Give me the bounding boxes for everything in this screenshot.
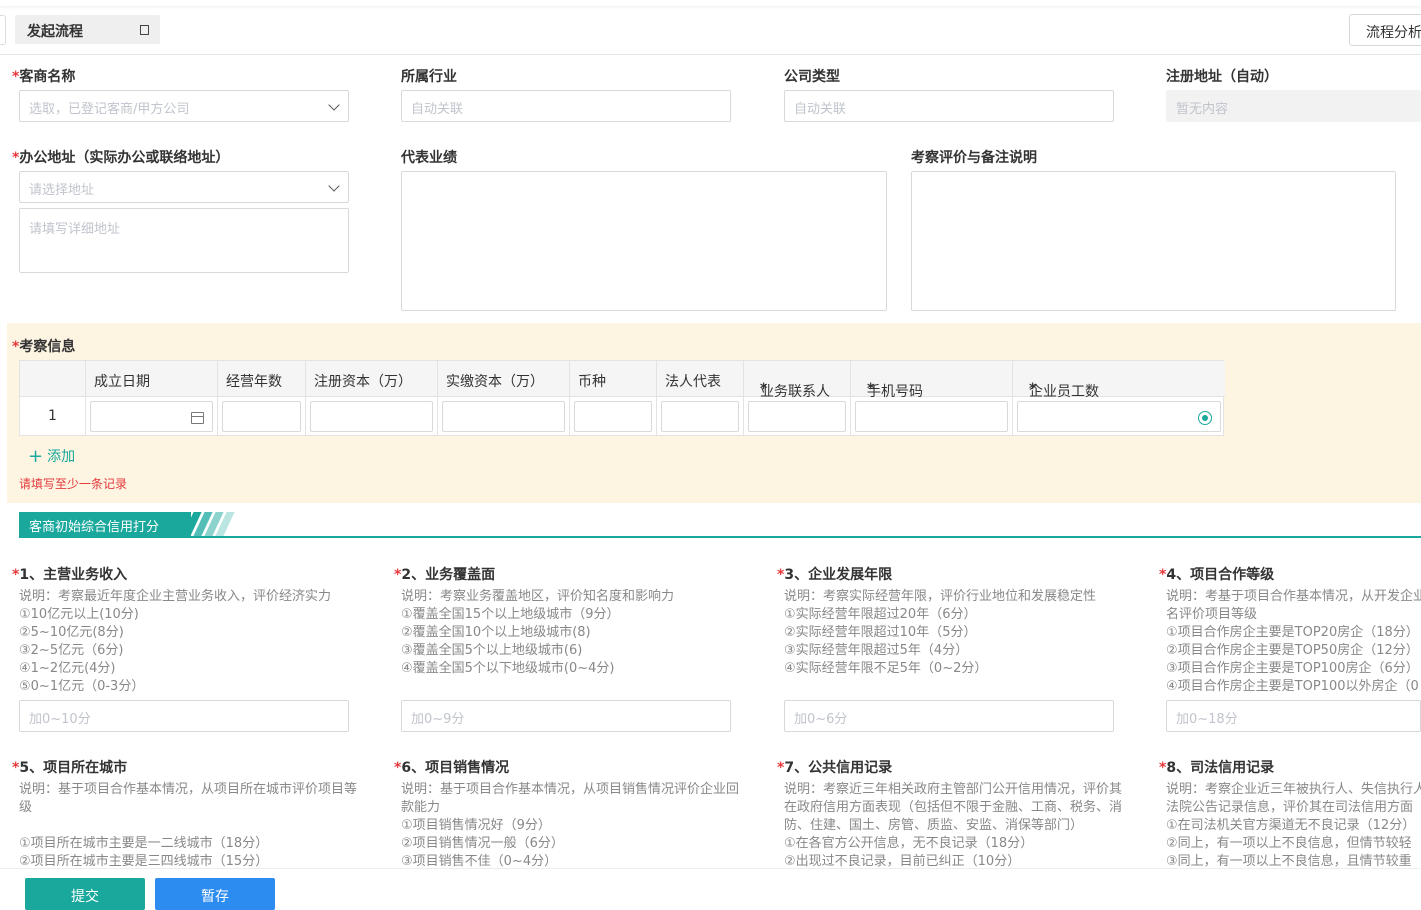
score-item-2-desc: 说明：考察业务覆盖地区，评价知名度和影响力 ①覆盖全国15个以上地级城市（9分） ②…	[401, 589, 675, 676]
score-item-2-title: *2、业务覆盖面	[394, 567, 496, 583]
error-message: 请填写至少一条记录	[19, 477, 128, 491]
legal-rep-input[interactable]	[661, 401, 739, 432]
inspection-table: 成立日期 经营年数 注册资本（万） 实缴资本（万） 币种 法人代表 * 业务联系…	[19, 360, 1225, 436]
score-item-7-title: *7、公共信用记录	[777, 760, 893, 776]
score-item-3-input[interactable]: 加0~6分	[784, 700, 1114, 732]
header-bar	[0, 6, 1421, 55]
business-contact-input[interactable]	[748, 401, 846, 432]
score-item-8-title: *8、司法信用记录	[1159, 760, 1275, 776]
office-address-select[interactable]: 请选择地址	[19, 171, 349, 203]
save-draft-button[interactable]: 暂存	[155, 878, 275, 910]
score-item-5-desc: 说明：基于项目合作基本情况，从项目所在城市评价项目等级 ①项目所在城市主要是一二线…	[19, 782, 358, 869]
score-item-4-title: *4、项目合作等级	[1159, 567, 1275, 583]
score-item-5-title: *5、项目所在城市	[12, 760, 128, 776]
register-address-label: 注册地址（自动）	[1166, 69, 1278, 85]
operating-years-input[interactable]	[222, 401, 301, 432]
credit-section-divider	[19, 536, 1421, 538]
table-header-cell: 实缴资本（万）	[438, 361, 570, 397]
table-header-cell: * 企业员工数	[1013, 361, 1225, 400]
score-item-4-input[interactable]: 加0~18分	[1166, 700, 1421, 732]
flow-analysis-label: 流程分析	[1366, 25, 1421, 41]
evaluation-label: 考察评价与备注说明	[911, 150, 1037, 166]
currency-input[interactable]	[574, 401, 652, 432]
add-row-button[interactable]: + 添加	[28, 445, 75, 467]
phone-input[interactable]	[855, 401, 1008, 432]
performance-label: 代表业绩	[401, 150, 457, 166]
employee-count-input[interactable]	[1017, 401, 1221, 432]
credit-section-header: 客商初始综合信用打分	[19, 512, 191, 536]
score-item-1-title: *1、主营业务收入	[12, 567, 128, 583]
table-header-cell: 注册资本（万）	[306, 361, 438, 397]
score-item-6-desc: 说明：基于项目合作基本情况，从项目销售情况评价企业回 款能力 ①项目销售情况好（9分…	[401, 782, 740, 869]
plus-icon: +	[28, 446, 44, 467]
paid-capital-input[interactable]	[442, 401, 565, 432]
customer-name-label: *客商名称	[12, 69, 76, 85]
company-type-label: 公司类型	[784, 69, 840, 85]
chevron-down-icon	[328, 99, 340, 111]
register-address-field: 暂无内容	[1166, 90, 1421, 122]
table-header-cell: * 业务联系人	[744, 361, 851, 400]
flow-analysis-button[interactable]: 流程分析	[1349, 14, 1421, 46]
table-header-cell: * 手机号码	[851, 361, 1013, 400]
score-item-1-desc: 说明：考察最近年度企业主营业务收入，评价经济实力 ①10亿元以上(10分) ②5~1…	[19, 589, 332, 694]
inspection-label: *考察信息	[12, 339, 76, 355]
table-header-cell: 币种	[570, 361, 657, 397]
tab-scroll-left[interactable]	[0, 15, 6, 45]
chevron-down-icon	[328, 180, 340, 192]
score-item-4-desc: 说明：考基于项目合作基本情况，从开发企业 名评价项目等级 ①项目合作房企主要是TOP…	[1166, 589, 1421, 694]
table-header-cell: 成立日期	[86, 361, 218, 397]
evaluation-textarea[interactable]	[911, 171, 1396, 311]
performance-textarea[interactable]	[401, 171, 887, 311]
table-header-cell: 法人代表	[657, 361, 744, 397]
customer-name-select[interactable]: 选取，已登记客商/甲方公司	[19, 90, 349, 122]
tab-icon	[140, 25, 149, 35]
office-address-label: *办公地址（实际办公或联络地址）	[12, 150, 230, 166]
score-item-7-desc: 说明：考察近三年相关政府主管部门公开信用情况，评价其 在政府信用方面表现（包括但不…	[784, 782, 1123, 869]
industry-field[interactable]: 自动关联	[401, 90, 731, 122]
tab-label: 发起流程	[27, 24, 83, 40]
submit-button[interactable]: 提交	[25, 878, 145, 910]
score-item-1-input[interactable]: 加0~10分	[19, 700, 349, 732]
registered-capital-input[interactable]	[310, 401, 433, 432]
score-item-8-desc: 说明：考察企业近三年被执行人、失信执行人 法院公告记录信息，评价其在司法信用方面 ①…	[1166, 782, 1421, 869]
industry-label: 所属行业	[401, 69, 457, 85]
calendar-icon	[191, 412, 204, 424]
table-header-index	[20, 361, 86, 397]
score-item-2-input[interactable]: 加0~9分	[401, 700, 731, 732]
established-date-input[interactable]	[90, 401, 213, 432]
tab-start-flow[interactable]: 发起流程	[15, 15, 160, 44]
office-address-detail[interactable]: 请填写详细地址	[19, 208, 349, 273]
score-item-3-title: *3、企业发展年限	[777, 567, 893, 583]
table-row-index: 1	[20, 397, 86, 435]
company-type-field[interactable]: 自动关联	[784, 90, 1114, 122]
score-item-3-desc: 说明：考察实际经营年限，评价行业地位和发展稳定性 ①实际经营年限超过20年（6分）…	[784, 589, 1097, 676]
score-item-6-title: *6、项目销售情况	[394, 760, 510, 776]
radio-icon	[1198, 411, 1212, 425]
table-header-cell: 经营年数	[218, 361, 306, 397]
